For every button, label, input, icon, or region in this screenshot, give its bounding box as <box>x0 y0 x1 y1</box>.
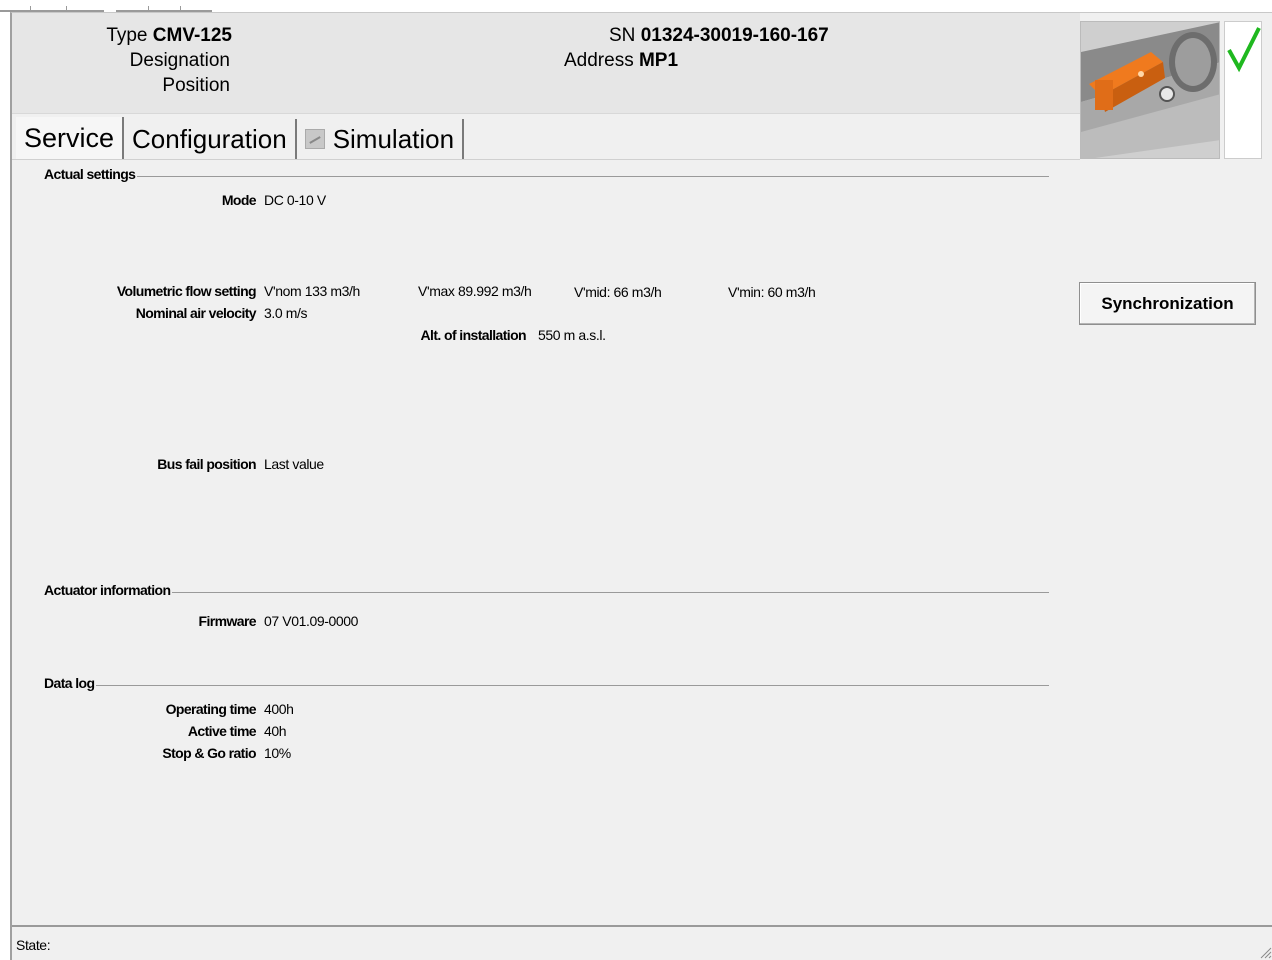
device-header: Type CMV-125 Designation Position SN 013… <box>12 13 1080 114</box>
device-window: Type CMV-125 Designation Position SN 013… <box>10 12 1272 960</box>
active-time-label: Active time <box>187 723 257 739</box>
top-toolbar-remnant <box>0 0 1272 12</box>
vmid-value: V'mid: 66 m3/h <box>574 284 662 300</box>
actuator-image <box>1080 21 1220 159</box>
type-value: CMV-125 <box>152 25 232 46</box>
type-label: Type <box>106 25 148 46</box>
actuator-illustration <box>1081 22 1219 158</box>
address-label: Address <box>564 50 634 71</box>
mode-value: DC 0-10 V <box>264 192 326 208</box>
altitude-value: 550 m a.s.l. <box>538 327 606 343</box>
section-data-log: Data log <box>44 675 97 691</box>
section-divider <box>44 176 1049 177</box>
status-bar: State: <box>12 925 1272 960</box>
bus-fail-label: Bus fail position <box>157 456 256 472</box>
operating-time-value: 400h <box>264 701 294 717</box>
stop-go-value: 10% <box>264 745 291 761</box>
stop-go-label: Stop & Go ratio <box>162 745 256 761</box>
address-value: MP1 <box>638 50 679 71</box>
firmware-label: Firmware <box>198 613 257 629</box>
synchronization-button[interactable]: Synchronization <box>1079 282 1256 325</box>
check-icon <box>1227 27 1261 73</box>
tab-configuration[interactable]: Configuration <box>124 119 297 159</box>
simulation-icon <box>304 129 325 149</box>
nominal-velocity-value: 3.0 m/s <box>264 305 308 321</box>
toolbar-segment <box>0 0 104 12</box>
service-panel: Actual settings Mode DC 0-10 V Volumetri… <box>12 160 1272 925</box>
tab-service-label: Service <box>24 122 115 153</box>
mode-label: Mode <box>221 192 257 208</box>
position-label: Position <box>162 75 230 96</box>
sn-value: 01324-30019-160-167 <box>640 25 829 46</box>
state-label: State: <box>16 937 51 953</box>
tab-simulation[interactable]: Simulation <box>296 119 465 159</box>
section-actuator-information: Actuator information <box>44 582 173 598</box>
volumetric-flow-label: Volumetric flow setting <box>116 283 257 299</box>
sn-row: SN 01324-30019-160-167 <box>482 23 829 48</box>
firmware-value: 07 V01.09-0000 <box>264 613 359 629</box>
tab-strip: Service Configuration Simulation <box>16 117 465 159</box>
header-left-block: Type CMV-125 Designation Position <box>12 23 232 98</box>
toolbar-segment <box>116 0 212 12</box>
resize-grip-icon[interactable] <box>1258 945 1272 959</box>
nominal-velocity-label: Nominal air velocity <box>135 305 257 321</box>
section-divider <box>44 685 1049 686</box>
altitude-label: Alt. of installation <box>420 327 527 343</box>
vnom-value: V'nom 133 m3/h <box>264 283 360 299</box>
address-row: Address MP1 <box>482 48 702 73</box>
tab-configuration-label: Configuration <box>132 123 287 154</box>
section-divider <box>44 592 1049 593</box>
header-mid-block: SN 01324-30019-160-167 Address MP1 <box>482 23 829 73</box>
tab-simulation-label: Simulation <box>332 123 455 154</box>
operating-time-label: Operating time <box>165 701 257 717</box>
section-actual-settings: Actual settings <box>44 166 138 182</box>
type-row: Type CMV-125 <box>12 23 232 48</box>
status-indicator <box>1224 21 1262 159</box>
designation-label: Designation <box>129 50 230 71</box>
bus-fail-value: Last value <box>264 456 324 472</box>
sn-label: SN <box>609 25 636 46</box>
tab-service[interactable]: Service <box>16 117 125 159</box>
vmin-value: V'min: 60 m3/h <box>728 284 816 300</box>
vmax-value: V'max 89.992 m3/h <box>418 283 532 299</box>
active-time-value: 40h <box>264 723 287 739</box>
